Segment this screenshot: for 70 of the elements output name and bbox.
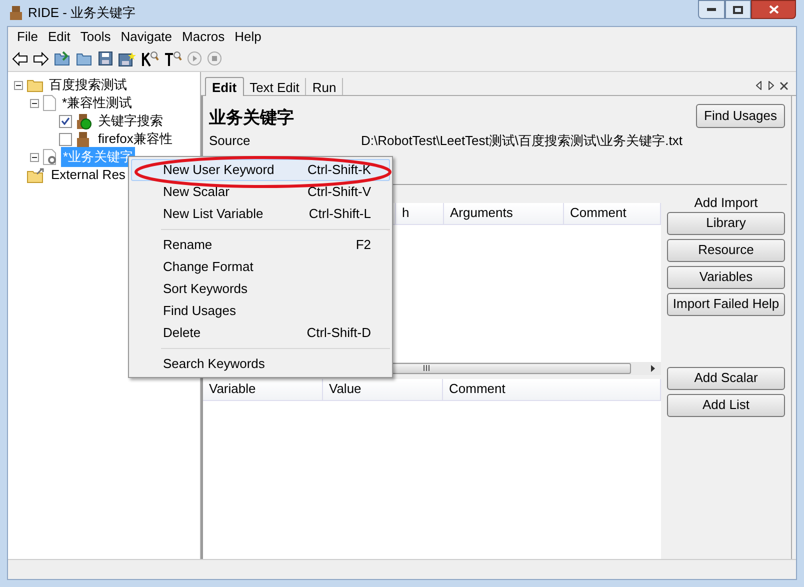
minimize-button[interactable] [698, 0, 725, 19]
close-tab-icon[interactable] [780, 82, 788, 90]
column-header[interactable]: Arguments [444, 202, 564, 224]
column-header[interactable]: h [396, 202, 444, 224]
page-icon [43, 95, 56, 111]
robot-icon [8, 5, 24, 21]
folder-wrench-icon [27, 168, 45, 182]
minus-icon [32, 102, 37, 104]
menu-item[interactable]: Macros [177, 26, 230, 46]
tab[interactable]: Text Edit [244, 78, 306, 95]
action-button[interactable]: Import Failed Help [667, 292, 785, 316]
menu-item[interactable]: Find Usages [131, 300, 390, 322]
menu-item[interactable]: Tools [75, 26, 116, 46]
menu-item[interactable]: Rename F2 [131, 234, 390, 256]
minus-icon [32, 156, 37, 158]
scroll-right-icon[interactable] [651, 364, 655, 372]
tree-item[interactable]: *兼容性测试 [60, 93, 134, 113]
editor-title: 业务关键字 [209, 107, 294, 129]
action-button[interactable]: Add Scalar [667, 366, 785, 390]
action-button[interactable]: Variables [667, 266, 785, 288]
menu-item[interactable]: Edit [42, 26, 76, 46]
source-label: Source [209, 132, 252, 150]
keyword-search-icon[interactable] [141, 50, 159, 66]
action-button[interactable]: Library [667, 212, 785, 234]
tab-right-icon[interactable] [768, 81, 774, 90]
maximize-button[interactable] [725, 0, 751, 19]
tree-item[interactable]: firefox兼容性 [96, 129, 174, 149]
menu-item[interactable]: Navigate [116, 26, 178, 46]
tab-left-icon[interactable] [756, 81, 762, 90]
add-import-label: Add Import [693, 194, 759, 210]
back-arrow-icon[interactable] [12, 52, 28, 66]
find-usages-button[interactable]: Find Usages [696, 104, 785, 128]
menu-item[interactable]: Search Keywords [131, 353, 390, 375]
test-search-icon[interactable] [164, 50, 182, 66]
minus-icon [16, 84, 21, 86]
forward-arrow-icon[interactable] [33, 52, 49, 66]
checkbox[interactable] [59, 132, 72, 146]
tree-item[interactable]: 关键字搜索 [96, 111, 165, 131]
action-button[interactable]: Add List [667, 394, 785, 416]
menu-item[interactable]: New Scalar Ctrl-Shift-V [131, 181, 390, 203]
window-title: RIDE - 业务关键字 [28, 4, 136, 22]
close-button[interactable] [751, 0, 796, 19]
checkbox[interactable] [59, 114, 72, 128]
save-all-icon[interactable] [118, 50, 136, 66]
tree-item[interactable]: 百度搜索测试 [47, 75, 129, 95]
expand-toggle[interactable] [30, 98, 39, 108]
maximize-icon [733, 6, 743, 14]
column-header[interactable]: Comment [564, 202, 661, 224]
minimize-icon [707, 8, 716, 11]
source-path: D:\RobotTest\LeetTest测试\百度搜索测试\业务关键字.txt [361, 132, 682, 150]
menu-item[interactable]: File [12, 26, 43, 46]
menu-item[interactable]: Delete Ctrl-Shift-D [131, 322, 390, 344]
menu-item[interactable]: Help [230, 26, 266, 46]
close-icon [768, 5, 778, 14]
save-icon[interactable] [98, 51, 113, 66]
expand-toggle[interactable] [14, 80, 23, 90]
tab[interactable]: Run [306, 78, 344, 95]
menu-item[interactable]: Change Format [131, 256, 390, 278]
folder-icon [27, 78, 43, 92]
grip-icon [422, 365, 430, 371]
gear-page-icon [43, 149, 57, 165]
folder-icon[interactable] [76, 52, 93, 66]
menu-item[interactable]: New List Variable Ctrl-Shift-L [131, 203, 390, 225]
action-button[interactable]: Resource [667, 238, 785, 262]
open-folder-icon[interactable] [54, 51, 71, 66]
menu-item[interactable]: Sort Keywords [131, 278, 390, 300]
tree-item[interactable]: External Res [49, 165, 128, 185]
expand-toggle[interactable] [30, 152, 39, 162]
tab[interactable]: Edit [205, 77, 244, 96]
column-header[interactable]: Comment [443, 378, 661, 400]
